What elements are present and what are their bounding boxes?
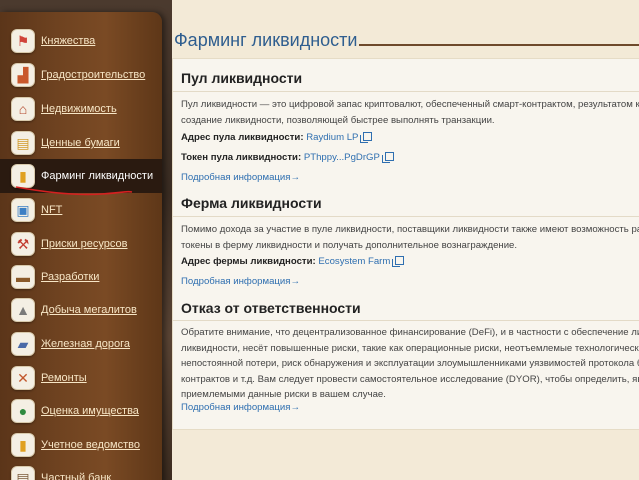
pool-address-link[interactable]: Raydium LP [306, 132, 358, 143]
copy-icon[interactable] [381, 152, 394, 163]
pool-more-info-link[interactable]: Подробная информация→ [181, 172, 300, 183]
pool-token-label: Токен пула ликвидности: [181, 152, 302, 163]
sidebar-item-label: Градостроительство [41, 69, 146, 81]
sidebar-item[interactable]: ▣ NFT [0, 193, 162, 227]
sidebar-item-label: NFT [41, 204, 63, 216]
farm-address-row: Адрес фермы ликвидности: Ecosystem Farm [181, 256, 405, 267]
sidebar-item-label: Частный банк [41, 472, 112, 480]
sidebar-item[interactable]: ▲ Добыча мегалитов [0, 293, 162, 327]
building-icon: ▟ [11, 63, 35, 87]
sidebar-item[interactable]: ▤ Ценные бумаги [0, 126, 162, 160]
pool-address-label: Адрес пула ликвидности: [181, 132, 304, 143]
sidebar-item-label: Ценные бумаги [41, 137, 120, 149]
disclaimer-text: Обратите внимание, что децентрализованно… [181, 325, 639, 403]
farm-address-link[interactable]: Ecosystem Farm [318, 256, 390, 267]
bank-icon: ▤ [11, 466, 35, 480]
copy-icon[interactable] [360, 132, 373, 143]
hammer-icon: ⚒ [11, 232, 35, 256]
sidebar-item[interactable]: ▰ Железная дорога [0, 327, 162, 361]
disclaimer-line: непостоянной потери, риск обнаружения и … [181, 358, 639, 369]
disclaimer-more-info-link[interactable]: Подробная информация→ [181, 402, 300, 413]
pool-address-row: Адрес пула ликвидности: Raydium LP [181, 132, 373, 143]
ledger-chart-icon: ▮ [11, 433, 35, 457]
sidebar-item[interactable]: ✕ Ремонты [0, 361, 162, 395]
page-title: Фарминг ликвидности [174, 30, 358, 50]
sidebar-item-label: Ремонты [41, 372, 87, 384]
farm-description-line: Помимо дохода за участие в пуле ликвидно… [181, 224, 639, 235]
section-divider [172, 91, 639, 92]
sidebar-item-label: Учетное ведомство [41, 439, 140, 451]
flag-icon: ⚑ [11, 29, 35, 53]
section-divider [172, 320, 639, 321]
title-divider [359, 44, 639, 46]
disclaimer-line: приемлемыми данные риски в вашем случае. [181, 389, 386, 400]
sidebar-item-label: Фарминг ликвидности [41, 170, 154, 182]
sidebar-item-label: Оценка имущества [41, 405, 139, 417]
sidebar-item[interactable]: ▬ Разработки [0, 260, 162, 294]
sidebar-item[interactable]: ▟ Градостроительство [0, 58, 162, 92]
section-divider [172, 216, 639, 217]
train-icon: ▰ [11, 332, 35, 356]
sidebar-item[interactable]: ⌂ Недвижимость [0, 92, 162, 126]
pool-heading: Пул ликвидности [181, 70, 303, 86]
farm-address-label: Адрес фермы ликвидности: [181, 256, 316, 267]
sidebar-item-label: Недвижимость [41, 103, 117, 115]
stone-icon: ▲ [11, 298, 35, 322]
farm-heading: Ферма ликвидности [181, 195, 322, 211]
farm-description-line: токены в ферму ликвидности и получать до… [181, 239, 518, 251]
sidebar-item[interactable]: ● Оценка имущества [0, 394, 162, 428]
repair-icon: ✕ [11, 366, 35, 390]
bar-chart-icon: ▮ [11, 164, 35, 188]
farm-more-info-link[interactable]: Подробная информация→ [181, 276, 300, 287]
sidebar-item-label: Разработки [41, 271, 100, 283]
sidebar-item[interactable]: ▤ Частный банк [0, 461, 162, 480]
disclaimer-line: ликвидности, несёт повышенные риски, так… [181, 342, 639, 354]
house-icon: ⌂ [11, 97, 35, 121]
sidebar-item-label: Приски ресурсов [41, 238, 128, 250]
disclaimer-line: контрактов и т.д. Вам следует провести с… [181, 373, 639, 385]
nft-icon: ▣ [11, 198, 35, 222]
disclaimer-heading: Отказ от ответственности [181, 300, 361, 316]
pool-description: Пул ликвидности — это цифровой запас кри… [181, 97, 639, 128]
coins-icon: ● [11, 399, 35, 423]
document-icon: ▤ [11, 131, 35, 155]
disclaimer-line: Обратите внимание, что децентрализованно… [181, 327, 639, 338]
sidebar-item[interactable]: ▮ Учетное ведомство [0, 428, 162, 462]
copy-icon[interactable] [392, 256, 405, 267]
sidebar-item[interactable]: ▮ Фарминг ликвидности [0, 159, 162, 193]
sidebar-item-label: Княжества [41, 35, 96, 47]
pool-token-row: Токен пула ликвидности: PThppy...PgDrGP [181, 152, 394, 163]
sidebar-item-label: Железная дорога [41, 338, 130, 350]
sidebar-item[interactable]: ⚒ Приски ресурсов [0, 227, 162, 261]
pool-description-line: создание ликвидности, позволяющей быстре… [181, 114, 495, 126]
sidebar-item[interactable]: ⚑ Княжества [0, 24, 162, 58]
farm-description: Помимо дохода за участие в пуле ликвидно… [181, 222, 639, 253]
pool-token-link[interactable]: PThppy...PgDrGP [304, 152, 380, 163]
sidebar-item-label: Добыча мегалитов [41, 304, 137, 316]
wagon-icon: ▬ [11, 265, 35, 289]
pool-description-line: Пул ликвидности — это цифровой запас кри… [181, 99, 639, 110]
